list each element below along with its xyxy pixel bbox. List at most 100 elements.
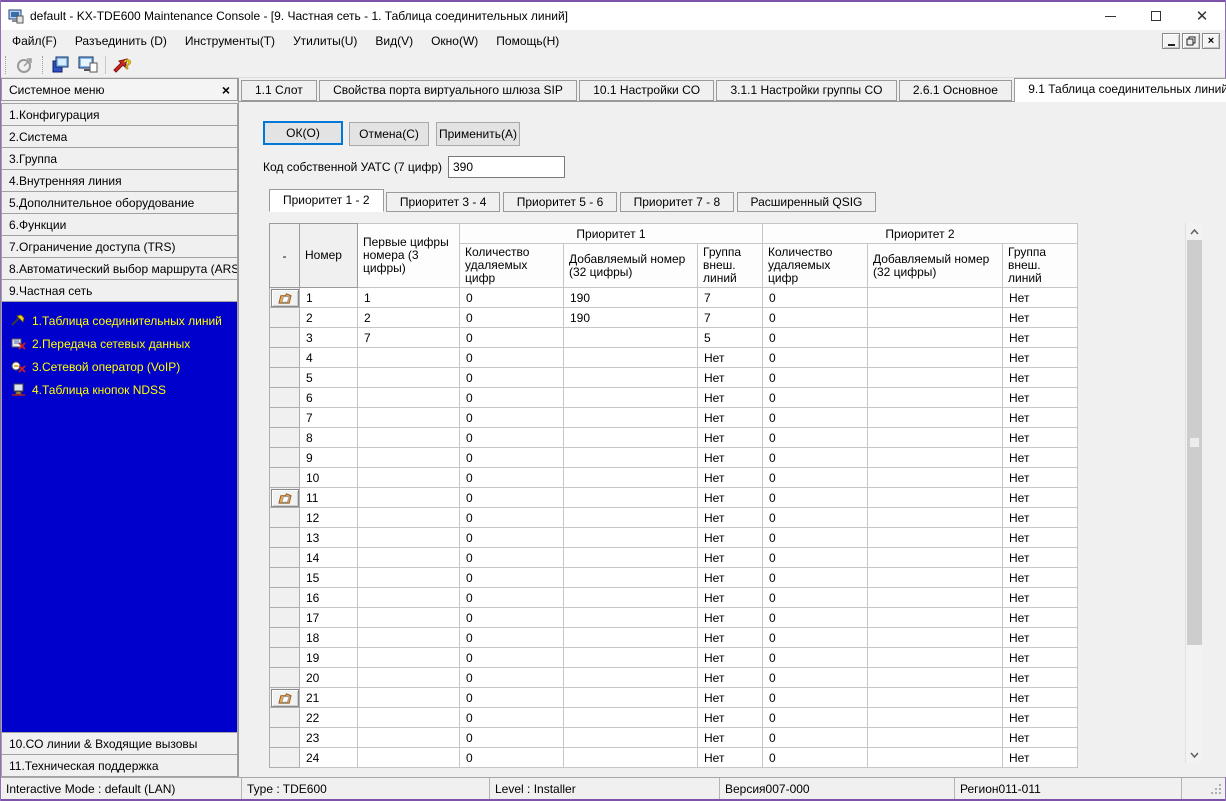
apply-button[interactable]: Применить(A) [436,122,520,146]
p2-trunk-group-cell[interactable]: Нет [1002,627,1078,648]
p2-deleted-cell[interactable]: 0 [762,487,868,508]
p1-added-cell[interactable] [563,487,698,508]
first-digits-cell[interactable] [357,527,460,548]
resize-grip[interactable] [1181,778,1225,799]
first-digits-cell[interactable] [357,707,460,728]
menu-utilities[interactable]: Утилиты(U) [284,30,366,52]
p2-deleted-cell[interactable]: 0 [762,387,868,408]
scroll-up-icon[interactable] [1186,223,1203,240]
p2-deleted-cell[interactable]: 0 [762,287,868,308]
p1-deleted-cell[interactable]: 0 [459,507,564,528]
p2-trunk-group-cell[interactable]: Нет [1002,307,1078,328]
p1-added-cell[interactable] [563,647,698,668]
p2-trunk-group-cell[interactable]: Нет [1002,347,1078,368]
p2-added-cell[interactable] [867,567,1003,588]
p2-deleted-cell[interactable]: 0 [762,587,868,608]
tab-priority-5-6[interactable]: Приоритет 5 - 6 [502,192,618,212]
p2-deleted-cell[interactable]: 0 [762,727,868,748]
p1-deleted-cell[interactable]: 0 [459,367,564,388]
p2-added-cell[interactable] [867,467,1003,488]
first-digits-cell[interactable] [357,487,460,508]
p1-trunk-group-cell[interactable]: Нет [697,427,763,448]
p2-trunk-group-cell[interactable]: Нет [1002,287,1078,308]
row-handle-cell[interactable] [269,687,300,708]
p2-added-cell[interactable] [867,727,1003,748]
p2-trunk-group-cell[interactable]: Нет [1002,507,1078,528]
vertical-scrollbar[interactable] [1185,223,1203,763]
p1-added-cell[interactable] [563,327,698,348]
p2-trunk-group-cell[interactable]: Нет [1002,727,1078,748]
p2-trunk-group-cell[interactable]: Нет [1002,467,1078,488]
p2-trunk-group-cell[interactable]: Нет [1002,387,1078,408]
p1-deleted-cell[interactable]: 0 [459,647,564,668]
p2-added-cell[interactable] [867,447,1003,468]
row-handle-button[interactable] [270,488,299,507]
p1-added-cell[interactable] [563,687,698,708]
p2-deleted-cell[interactable]: 0 [762,507,868,528]
p1-added-cell[interactable] [563,607,698,628]
p2-added-cell[interactable] [867,287,1003,308]
ok-button[interactable]: ОК(O) [263,121,343,145]
p2-added-cell[interactable] [867,587,1003,608]
p2-added-cell[interactable] [867,667,1003,688]
p1-deleted-cell[interactable]: 0 [459,527,564,548]
first-digits-cell[interactable] [357,467,460,488]
p2-added-cell[interactable] [867,647,1003,668]
subitem-network-operator-voip[interactable]: 3.Сетевой оператор (VoIP) [6,355,233,378]
sidebar-item-optional-device[interactable]: 5.Дополнительное оборудование [1,191,238,214]
p1-deleted-cell[interactable]: 0 [459,447,564,468]
system-menu-close-icon[interactable]: × [222,83,230,97]
first-digits-cell[interactable] [357,447,460,468]
p1-added-cell[interactable] [563,347,698,368]
p1-deleted-cell[interactable]: 0 [459,407,564,428]
p2-trunk-group-cell[interactable]: Нет [1002,747,1078,768]
tab-slot[interactable]: 1.1 Слот [241,80,317,101]
tab-sip-gateway-port[interactable]: Свойства порта виртуального шлюза SIP [319,80,577,101]
first-digits-cell[interactable] [357,627,460,648]
p1-deleted-cell[interactable]: 0 [459,667,564,688]
p1-trunk-group-cell[interactable]: Нет [697,747,763,768]
subitem-ndss-table[interactable]: 4.Таблица кнопок NDSS [6,378,233,401]
p2-deleted-cell[interactable]: 0 [762,407,868,428]
tab-priority-3-4[interactable]: Приоритет 3 - 4 [385,192,501,212]
p1-added-cell[interactable] [563,387,698,408]
first-digits-cell[interactable]: 1 [357,287,460,308]
first-digits-cell[interactable] [357,647,460,668]
p1-deleted-cell[interactable]: 0 [459,727,564,748]
p1-added-cell[interactable] [563,427,698,448]
p1-trunk-group-cell[interactable]: Нет [697,647,763,668]
first-digits-cell[interactable] [357,727,460,748]
menu-file[interactable]: Файл(F) [3,30,66,52]
p2-deleted-cell[interactable]: 0 [762,707,868,728]
menu-disconnect[interactable]: Разъединить (D) [66,30,176,52]
p1-deleted-cell[interactable]: 0 [459,587,564,608]
p1-trunk-group-cell[interactable]: Нет [697,447,763,468]
p2-trunk-group-cell[interactable]: Нет [1002,527,1078,548]
p2-trunk-group-cell[interactable]: Нет [1002,547,1078,568]
first-digits-cell[interactable] [357,567,460,588]
p1-deleted-cell[interactable]: 0 [459,347,564,368]
p1-deleted-cell[interactable]: 0 [459,607,564,628]
p2-added-cell[interactable] [867,367,1003,388]
p1-added-cell[interactable] [563,747,698,768]
first-digits-cell[interactable] [357,587,460,608]
p1-added-cell[interactable] [563,627,698,648]
menu-help[interactable]: Помощь(H) [487,30,568,52]
menu-view[interactable]: Вид(V) [366,30,422,52]
p2-added-cell[interactable] [867,507,1003,528]
p2-added-cell[interactable] [867,327,1003,348]
p2-trunk-group-cell[interactable]: Нет [1002,427,1078,448]
close-button[interactable]: ✕ [1179,2,1225,30]
p1-trunk-group-cell[interactable]: Нет [697,507,763,528]
tab-main[interactable]: 2.6.1 Основное [898,80,1012,101]
sidebar-item-private-network[interactable]: 9.Частная сеть [1,279,238,302]
tab-co-settings[interactable]: 10.1 Настройки CO [579,80,715,101]
p2-trunk-group-cell[interactable]: Нет [1002,607,1078,628]
p1-trunk-group-cell[interactable]: Нет [697,607,763,628]
p1-added-cell[interactable] [563,587,698,608]
p1-trunk-group-cell[interactable]: 5 [697,327,763,348]
row-handle-cell[interactable] [269,287,300,308]
sidebar-item-co-lines[interactable]: 10.СО линии & Входящие вызовы [1,732,238,755]
p2-added-cell[interactable] [867,527,1003,548]
p2-deleted-cell[interactable]: 0 [762,647,868,668]
